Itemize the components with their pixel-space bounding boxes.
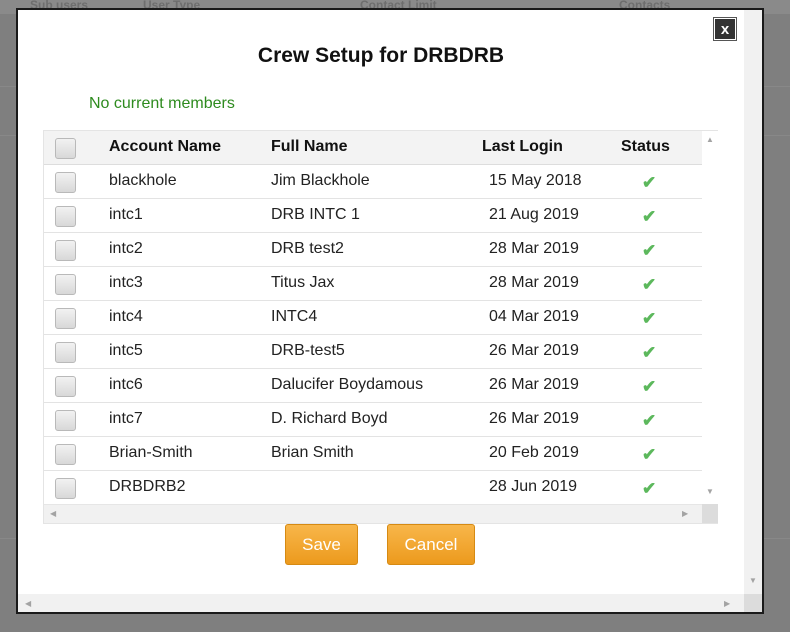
full-name-cell: Jim Blackhole (271, 172, 370, 189)
members-grid: Account Name Full Name Last Login Status… (43, 130, 718, 524)
table-row[interactable]: intc3 Titus Jax 28 Mar 2019 ✔ (44, 267, 702, 301)
account-name-cell: DRBDRB2 (109, 478, 186, 495)
column-header-full-name[interactable]: Full Name (271, 138, 347, 156)
grid-vertical-scrollbar[interactable]: ▲ ▼ (702, 131, 718, 504)
table-row[interactable]: blackhole Jim Blackhole 15 May 2018 ✔ (44, 165, 702, 199)
scroll-up-arrow-icon[interactable]: ▲ (706, 135, 714, 144)
last-login-cell: 28 Mar 2019 (489, 240, 579, 257)
full-name-cell: DRB-test5 (271, 342, 345, 359)
row-checkbox[interactable] (55, 444, 76, 465)
account-name-cell: intc6 (109, 376, 143, 393)
last-login-cell: 20 Feb 2019 (489, 444, 579, 461)
scrollbar-corner (702, 504, 718, 523)
last-login-cell: 26 Mar 2019 (489, 376, 579, 393)
column-header-account-name[interactable]: Account Name (109, 138, 221, 156)
scrollbar-corner (744, 594, 762, 612)
column-header-status[interactable]: Status (621, 138, 670, 156)
scroll-down-arrow-icon[interactable]: ▼ (706, 487, 714, 496)
scroll-right-arrow-icon[interactable]: ▶ (724, 599, 730, 608)
grid-header: Account Name Full Name Last Login Status (44, 131, 702, 165)
table-row[interactable]: intc4 INTC4 04 Mar 2019 ✔ (44, 301, 702, 335)
last-login-cell: 04 Mar 2019 (489, 308, 579, 325)
row-checkbox[interactable] (55, 240, 76, 261)
account-name-cell: intc1 (109, 206, 143, 223)
last-login-cell: 26 Mar 2019 (489, 342, 579, 359)
full-name-cell: INTC4 (271, 308, 318, 325)
last-login-cell: 28 Mar 2019 (489, 274, 579, 291)
table-row[interactable]: intc1 DRB INTC 1 21 Aug 2019 ✔ (44, 199, 702, 233)
cancel-button[interactable]: Cancel (387, 524, 475, 565)
crew-setup-modal: x Crew Setup for DRBDRB No current membe… (16, 8, 764, 614)
column-header-last-login[interactable]: Last Login (482, 138, 563, 156)
row-checkbox[interactable] (55, 342, 76, 363)
row-checkbox[interactable] (55, 206, 76, 227)
row-checkbox[interactable] (55, 376, 76, 397)
table-row[interactable]: Brian-Smith Brian Smith 20 Feb 2019 ✔ (44, 437, 702, 471)
scroll-down-arrow-icon[interactable]: ▼ (749, 576, 757, 585)
account-name-cell: intc3 (109, 274, 143, 291)
table-row[interactable]: intc7 D. Richard Boyd 26 Mar 2019 ✔ (44, 403, 702, 437)
table-row[interactable]: intc6 Dalucifer Boydamous 26 Mar 2019 ✔ (44, 369, 702, 403)
last-login-cell: 21 Aug 2019 (489, 206, 579, 223)
check-icon: ✔ (642, 173, 657, 192)
row-checkbox[interactable] (55, 478, 76, 499)
check-icon: ✔ (642, 275, 657, 294)
close-icon: x (720, 21, 730, 38)
account-name-cell: intc2 (109, 240, 143, 257)
last-login-cell: 15 May 2018 (489, 172, 582, 189)
account-name-cell: intc5 (109, 342, 143, 359)
scroll-right-arrow-icon[interactable]: ▶ (682, 509, 688, 518)
row-checkbox[interactable] (55, 172, 76, 193)
last-login-cell: 26 Mar 2019 (489, 410, 579, 427)
table-row[interactable]: intc2 DRB test2 28 Mar 2019 ✔ (44, 233, 702, 267)
full-name-cell: DRB test2 (271, 240, 344, 257)
check-icon: ✔ (642, 207, 657, 226)
row-checkbox[interactable] (55, 410, 76, 431)
full-name-cell: D. Richard Boyd (271, 410, 388, 427)
close-button[interactable]: x (714, 18, 736, 40)
account-name-cell: Brian-Smith (109, 444, 193, 461)
scroll-left-arrow-icon[interactable]: ◀ (25, 599, 31, 608)
full-name-cell: Brian Smith (271, 444, 354, 461)
full-name-cell: Titus Jax (271, 274, 335, 291)
row-checkbox[interactable] (55, 308, 76, 329)
check-icon: ✔ (642, 309, 657, 328)
scroll-left-arrow-icon[interactable]: ◀ (50, 509, 56, 518)
modal-content: x Crew Setup for DRBDRB No current membe… (18, 10, 744, 594)
table-row[interactable]: intc5 DRB-test5 26 Mar 2019 ✔ (44, 335, 702, 369)
select-all-checkbox[interactable] (55, 138, 76, 159)
full-name-cell: Dalucifer Boydamous (271, 376, 424, 393)
check-icon: ✔ (642, 343, 657, 362)
check-icon: ✔ (642, 445, 657, 464)
row-checkbox[interactable] (55, 274, 76, 295)
account-name-cell: blackhole (109, 172, 177, 189)
table-row[interactable]: DRBDRB2 28 Jun 2019 ✔ (44, 471, 702, 505)
check-icon: ✔ (642, 377, 657, 396)
check-icon: ✔ (642, 479, 657, 498)
check-icon: ✔ (642, 411, 657, 430)
modal-horizontal-scrollbar[interactable]: ◀ ▶ (18, 594, 744, 612)
save-button[interactable]: Save (285, 524, 358, 565)
modal-title: Crew Setup for DRBDRB (257, 44, 505, 67)
modal-vertical-scrollbar[interactable]: ▼ (744, 10, 762, 594)
last-login-cell: 28 Jun 2019 (489, 478, 578, 495)
grid-horizontal-scrollbar[interactable]: ◀ ▶ (44, 504, 702, 523)
account-name-cell: intc4 (109, 308, 143, 325)
account-name-cell: intc7 (109, 410, 143, 427)
no-members-message: No current members (89, 95, 235, 112)
check-icon: ✔ (642, 241, 657, 260)
full-name-cell: DRB INTC 1 (271, 206, 360, 223)
